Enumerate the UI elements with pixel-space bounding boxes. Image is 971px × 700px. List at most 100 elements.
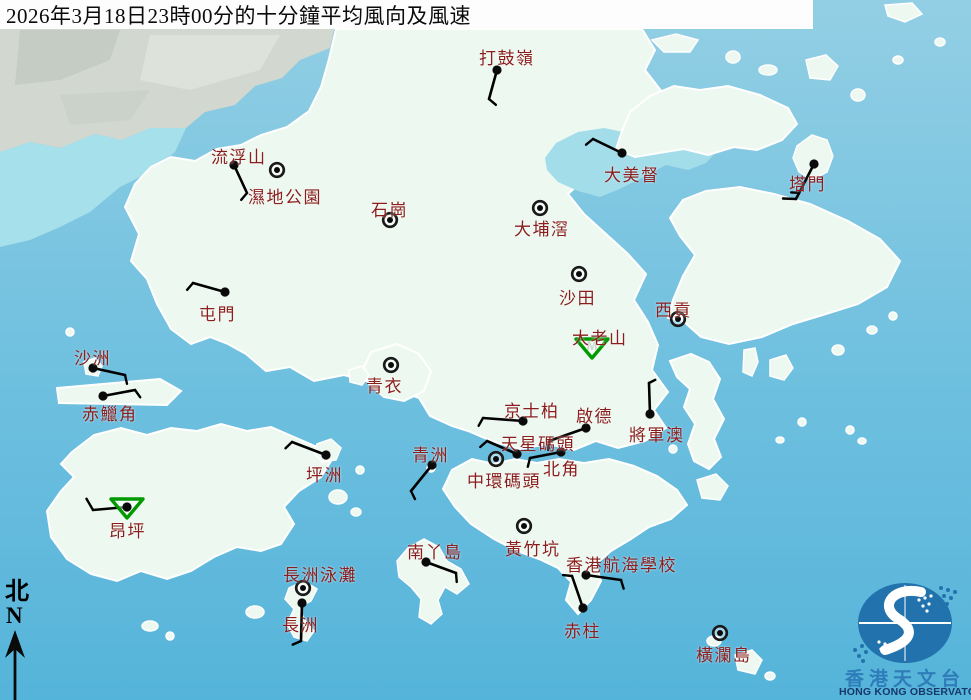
station-wind[interactable] — [98, 388, 142, 401]
wind-barb-tick — [454, 571, 458, 584]
station-calm[interactable] — [294, 579, 312, 597]
station-dot — [675, 316, 681, 322]
station-wind[interactable] — [291, 598, 307, 646]
wind-barb-tick — [487, 97, 498, 107]
station-wind[interactable] — [229, 160, 249, 202]
wind-shaft — [290, 440, 328, 457]
station-calm[interactable] — [381, 211, 399, 229]
wind-barb-tick — [477, 416, 485, 428]
station-dot — [809, 159, 819, 169]
north-arrow-icon — [5, 630, 25, 700]
station-wind[interactable] — [284, 440, 331, 460]
station-mountain[interactable]: M — [574, 337, 610, 360]
station-wind[interactable] — [645, 378, 657, 419]
station-dot — [421, 557, 431, 567]
station-dot — [493, 456, 499, 462]
wind-shaft — [481, 416, 525, 423]
wind-shaft — [232, 163, 249, 195]
wind-shaft — [570, 574, 585, 610]
wind-shaft — [299, 601, 304, 643]
wind-barb-tick — [240, 191, 249, 202]
station-wind[interactable] — [584, 137, 627, 158]
station-dot — [388, 362, 394, 368]
station-dot — [300, 585, 306, 591]
map-title: 2026年3月18日23時00分的十分鐘平均風向及風速 — [6, 3, 471, 28]
station-calm[interactable] — [711, 624, 729, 642]
station-dot — [274, 167, 280, 173]
wind-barb-tick — [584, 137, 595, 146]
station-dot — [581, 570, 591, 580]
station-dot — [576, 271, 582, 277]
wind-barb-tick — [123, 373, 129, 385]
station-wind[interactable] — [781, 159, 819, 201]
wind-shaft — [191, 281, 227, 294]
hko-name-en: HONG KONG OBSERVATORY — [839, 686, 971, 698]
station-dot — [617, 148, 627, 158]
hko-logo-icon — [853, 583, 957, 663]
wind-barb-tick — [781, 197, 798, 201]
station-calm[interactable] — [515, 517, 533, 535]
station-dot — [512, 449, 522, 459]
station-dot — [220, 287, 230, 297]
station-calm[interactable] — [570, 265, 588, 283]
wind-barb-tick — [647, 378, 657, 385]
wind-barb-tick — [133, 388, 142, 399]
wind-barb-tick — [546, 439, 551, 452]
station-wind[interactable] — [561, 573, 588, 613]
station-wind[interactable] — [477, 416, 528, 428]
north-label-en: N — [6, 603, 23, 628]
wind-shaft — [101, 388, 137, 398]
station-wind[interactable] — [546, 423, 591, 452]
title-bar: 2026年3月18日23時00分的十分鐘平均風向及風速 — [0, 0, 813, 29]
wind-shaft — [547, 426, 588, 443]
station-dot — [537, 205, 543, 211]
wind-barb-tick — [409, 489, 417, 501]
wind-shaft — [485, 439, 519, 456]
station-dot — [556, 447, 566, 457]
wind-barb-tick — [619, 578, 625, 590]
station-dot — [645, 409, 655, 419]
station-wind[interactable] — [88, 363, 129, 385]
station-mountain-wind[interactable] — [85, 497, 145, 520]
station-wind[interactable] — [409, 460, 437, 501]
station-dot — [427, 460, 437, 470]
wind-shaft — [424, 560, 458, 575]
stations-layer: M — [85, 65, 819, 646]
station-wind[interactable] — [487, 65, 502, 107]
station-dot — [229, 160, 239, 170]
station-calm[interactable] — [669, 310, 687, 328]
station-dot — [717, 630, 723, 636]
station-dot — [492, 65, 502, 75]
station-wind[interactable] — [421, 557, 458, 584]
station-dot — [122, 502, 132, 512]
wind-shaft — [591, 137, 624, 155]
station-calm[interactable] — [487, 450, 505, 468]
wind-barb-tick — [291, 639, 303, 646]
station-dot — [581, 423, 591, 433]
station-dot — [321, 450, 331, 460]
station-wind[interactable] — [185, 281, 230, 297]
wind-shaft — [528, 450, 563, 460]
wind-barb-tick — [284, 440, 294, 450]
station-wind[interactable] — [581, 570, 625, 590]
wind-barb-tick — [526, 456, 532, 468]
station-dot — [578, 603, 588, 613]
station-dot — [98, 391, 108, 401]
station-dot — [521, 523, 527, 529]
wind-barb-tick — [479, 439, 489, 449]
station-calm[interactable] — [268, 161, 286, 179]
station-dot — [297, 598, 307, 608]
wind-shaft — [647, 381, 652, 416]
station-dot — [88, 363, 98, 373]
station-wind[interactable] — [526, 447, 566, 468]
wind-barb-tick — [561, 573, 574, 578]
hko-logo: 香港天文台 HONG KONG OBSERVATORY — [839, 580, 971, 700]
wind-shaft — [91, 366, 127, 377]
station-calm[interactable] — [531, 199, 549, 217]
station-dot — [387, 217, 393, 223]
wind-shaft — [584, 573, 623, 582]
wind-barb-tick — [185, 281, 195, 292]
north-label-zh: 北 — [5, 579, 29, 605]
station-calm[interactable] — [382, 356, 400, 374]
wind-shaft — [409, 463, 434, 493]
